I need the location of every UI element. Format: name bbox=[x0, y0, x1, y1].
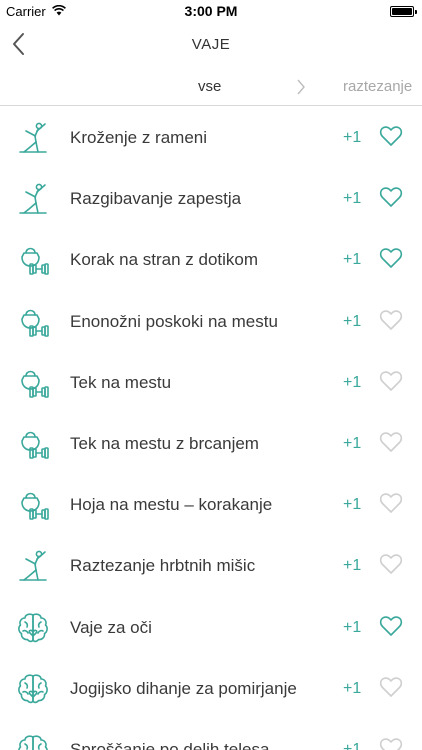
exercise-row[interactable]: Korak na stran z dotikom +1 bbox=[0, 229, 422, 290]
points-badge: +1 bbox=[343, 740, 362, 750]
page-title: VAJE bbox=[191, 36, 231, 53]
favorite-heart-icon[interactable] bbox=[379, 185, 403, 209]
points-badge: +1 bbox=[343, 496, 362, 514]
favorite-heart-icon[interactable] bbox=[379, 614, 403, 638]
battery-icon bbox=[390, 6, 417, 17]
navigation-bar: VAJE bbox=[0, 24, 422, 64]
favorite-heart-icon[interactable] bbox=[379, 736, 403, 750]
exercise-label: Sproščanje po delih telesa bbox=[70, 739, 270, 750]
favorite-heart-icon[interactable] bbox=[379, 369, 403, 393]
kettlebell-dumbbell-icon bbox=[16, 366, 50, 400]
exercise-list: Kroženje z rameni +1 Razgibavanje zapestja… bbox=[0, 107, 422, 750]
points-badge: +1 bbox=[343, 129, 362, 146]
brain-icon bbox=[16, 672, 50, 706]
exercise-row[interactable]: Vaje za oči +1 bbox=[0, 597, 422, 658]
points-badge: +1 bbox=[343, 312, 362, 330]
kettlebell-dumbbell-icon bbox=[16, 243, 50, 277]
status-time: 3:00 PM bbox=[184, 3, 238, 19]
exercise-row[interactable]: Jogijsko dihanje za pomirjanje +1 bbox=[0, 658, 422, 719]
exercise-row[interactable]: Tek na mestu +1 bbox=[0, 352, 422, 413]
points-badge: +1 bbox=[343, 373, 362, 391]
exercise-label: Korak na stran z dotikom bbox=[70, 250, 259, 270]
points-badge: +1 bbox=[343, 251, 362, 269]
chevron-right-icon bbox=[297, 79, 305, 95]
points-badge: +1 bbox=[343, 618, 362, 636]
exercise-row[interactable]: Sproščanje po delih telesa +1 bbox=[0, 719, 422, 750]
kettlebell-dumbbell-icon bbox=[16, 305, 50, 339]
exercise-label: Enonožni poskoki na mestu bbox=[70, 311, 278, 331]
exercise-row[interactable]: Razgibavanje zapestja +1 bbox=[0, 168, 422, 229]
category-segment-bar: vse raztezanje bbox=[0, 68, 422, 106]
exercise-row[interactable]: Hoja na mestu – korakanje +1 bbox=[0, 474, 422, 535]
exercise-label: Vaje za oči bbox=[70, 617, 152, 637]
segment-all[interactable]: vse bbox=[198, 78, 221, 95]
exercise-row[interactable]: Tek na mestu z brcanjem +1 bbox=[0, 413, 422, 474]
favorite-heart-icon[interactable] bbox=[379, 552, 403, 576]
status-bar: Carrier 3:00 PM bbox=[0, 0, 422, 24]
points-badge: +1 bbox=[343, 190, 362, 208]
brain-icon bbox=[16, 611, 50, 645]
exercise-label: Raztezanje hrbtnih mišic bbox=[70, 556, 256, 576]
exercise-label: Tek na mestu z brcanjem bbox=[70, 433, 259, 453]
stretch-figure-icon bbox=[16, 121, 50, 155]
exercise-label: Kroženje z rameni bbox=[70, 128, 208, 147]
exercise-row[interactable]: Enonožni poskoki na mestu +1 bbox=[0, 291, 422, 352]
kettlebell-dumbbell-icon bbox=[16, 488, 50, 522]
points-badge: +1 bbox=[343, 434, 362, 452]
favorite-heart-icon[interactable] bbox=[379, 491, 403, 515]
segment-stretch[interactable]: raztezanje bbox=[343, 78, 412, 95]
favorite-heart-icon[interactable] bbox=[379, 675, 403, 699]
points-badge: +1 bbox=[343, 679, 362, 697]
favorite-heart-icon[interactable] bbox=[379, 124, 403, 148]
favorite-heart-icon[interactable] bbox=[379, 246, 403, 270]
favorite-heart-icon[interactable] bbox=[379, 308, 403, 332]
kettlebell-dumbbell-icon bbox=[16, 427, 50, 461]
points-badge: +1 bbox=[343, 557, 362, 575]
exercise-label: Razgibavanje zapestja bbox=[70, 189, 242, 209]
stretch-figure-icon bbox=[16, 182, 50, 216]
exercise-row[interactable]: Raztezanje hrbtnih mišic +1 bbox=[0, 535, 422, 596]
stretch-figure-icon bbox=[16, 549, 50, 583]
exercise-label: Jogijsko dihanje za pomirjanje bbox=[70, 678, 297, 698]
favorite-heart-icon[interactable] bbox=[379, 430, 403, 454]
exercise-label: Hoja na mestu – korakanje bbox=[70, 495, 273, 515]
exercise-label: Tek na mestu bbox=[70, 372, 172, 392]
exercise-row[interactable]: Kroženje z rameni +1 bbox=[0, 107, 422, 168]
brain-icon bbox=[16, 733, 50, 750]
